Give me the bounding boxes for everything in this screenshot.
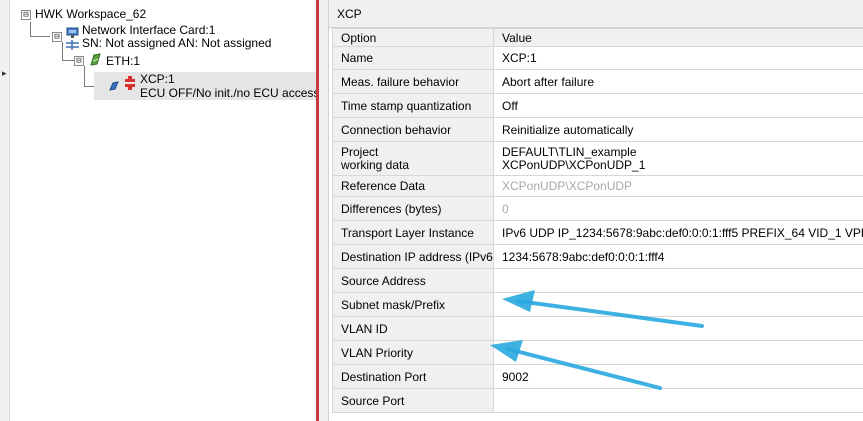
network-link-icon — [66, 39, 79, 51]
table-row[interactable]: Time stamp quantization Off — [332, 93, 863, 118]
table-row[interactable]: Connection behavior Reinitialize automat… — [332, 117, 863, 142]
tree-line — [62, 60, 74, 61]
option-destination-ip: Destination IP address (IPv6) — [332, 244, 494, 269]
property-pane-title: XCP — [337, 7, 362, 21]
option-source-address: Source Address — [332, 268, 494, 293]
value-timestamp[interactable]: Off — [493, 93, 863, 118]
property-pane-header: XCP — [329, 0, 863, 28]
option-transport-layer: Transport Layer Instance — [332, 220, 494, 245]
option-vlan-priority: VLAN Priority — [332, 340, 494, 365]
value-meas-failure[interactable]: Abort after failure — [493, 69, 863, 94]
value-source-port[interactable] — [493, 388, 863, 413]
tree-item-eth[interactable]: ETH:1 — [106, 55, 140, 68]
hardware-tree: ⊟ HWK Workspace_62 ⊟ Network Interface C… — [10, 0, 320, 421]
option-meas-failure: Meas. failure behavior — [332, 69, 494, 94]
value-vlan-priority[interactable] — [493, 340, 863, 365]
option-source-port: Source Port — [332, 388, 494, 413]
value-subnet[interactable] — [493, 292, 863, 317]
tree-item-xcp-status: ECU OFF/No init./no ECU access — [140, 86, 320, 100]
table-row[interactable]: Destination Port 9002 — [332, 364, 863, 389]
table-header-row: Option Value — [332, 28, 863, 47]
table-row[interactable]: Meas. failure behavior Abort after failu… — [332, 69, 863, 94]
table-row[interactable]: VLAN Priority — [332, 340, 863, 365]
value-source-address[interactable] — [493, 268, 863, 293]
tree-pane: ▸ ⊟ HWK Workspace_62 ⊟ Network Interface… — [0, 0, 320, 421]
option-connection: Connection behavior — [332, 117, 494, 142]
pane-gap — [319, 0, 329, 421]
tree-line — [30, 22, 31, 36]
table-row[interactable]: VLAN ID — [332, 316, 863, 341]
option-project-line2: working data — [341, 157, 410, 172]
value-differences: 0 — [493, 196, 863, 221]
value-destination-port[interactable]: 9002 — [493, 364, 863, 389]
gutter-arrow-icon[interactable]: ▸ — [2, 68, 7, 79]
tree-item-workspace[interactable]: HWK Workspace_62 — [35, 8, 146, 21]
tree-line — [84, 66, 85, 86]
nic-expander-icon[interactable]: ⊟ — [52, 32, 62, 42]
left-gutter: ▸ — [0, 0, 10, 421]
value-project-line1: DEFAULT\TLIN_example — [502, 144, 637, 159]
tree-line — [62, 42, 63, 60]
column-header-option[interactable]: Option — [332, 28, 494, 47]
value-transport-layer[interactable]: IPv6 UDP IP_1234:5678:9abc:def0:0:0:1:ff… — [493, 220, 863, 245]
eth-port-icon — [89, 53, 102, 66]
value-project[interactable]: DEFAULT\TLIN_example XCPonUDP\XCPonUDP_1 — [493, 141, 863, 176]
option-name: Name — [332, 46, 494, 70]
table-row[interactable]: Subnet mask/Prefix — [332, 292, 863, 317]
value-destination-ip[interactable]: 1234:5678:9abc:def0:0:0:1:fff4 — [493, 244, 863, 269]
option-project-line1: Project — [341, 144, 379, 159]
value-connection[interactable]: Reinitialize automatically — [493, 117, 863, 142]
table-row[interactable]: Reference Data XCPonUDP\XCPonUDP — [332, 175, 863, 197]
network-card-icon — [66, 27, 79, 39]
tree-item-xcp[interactable]: XCP:1 — [140, 73, 175, 86]
xcp-device-icon — [124, 76, 137, 90]
table-row[interactable]: Project working data DEFAULT\TLIN_exampl… — [332, 141, 863, 176]
option-project: Project working data — [332, 141, 494, 176]
eth-expander-icon[interactable]: ⊟ — [74, 56, 84, 66]
option-destination-port: Destination Port — [332, 364, 494, 389]
property-table: Option Value Name XCP:1 Meas. failure be… — [332, 28, 863, 413]
table-row[interactable]: Differences (bytes) 0 — [332, 196, 863, 221]
option-timestamp: Time stamp quantization — [332, 93, 494, 118]
tree-item-nic-serial: SN: Not assigned AN: Not assigned — [82, 36, 272, 50]
option-vlan-id: VLAN ID — [332, 316, 494, 341]
table-row[interactable]: Destination IP address (IPv6) 1234:5678:… — [332, 244, 863, 269]
option-differences: Differences (bytes) — [332, 196, 494, 221]
value-vlan-id[interactable] — [493, 316, 863, 341]
table-row[interactable]: Transport Layer Instance IPv6 UDP IP_123… — [332, 220, 863, 245]
workspace-expander-icon[interactable]: ⊟ — [21, 10, 31, 20]
table-row[interactable]: Name XCP:1 — [332, 46, 863, 70]
option-reference: Reference Data — [332, 175, 494, 197]
xcp-link-icon — [108, 80, 121, 92]
value-project-line2: XCPonUDP\XCPonUDP_1 — [502, 157, 646, 172]
table-row[interactable]: Source Port — [332, 388, 863, 413]
value-name[interactable]: XCP:1 — [493, 46, 863, 70]
option-subnet: Subnet mask/Prefix — [332, 292, 494, 317]
table-row[interactable]: Source Address — [332, 268, 863, 293]
value-reference: XCPonUDP\XCPonUDP — [493, 175, 863, 197]
property-pane: XCP Option Value Name XCP:1 Meas. failur… — [329, 0, 863, 421]
column-header-value[interactable]: Value — [493, 28, 863, 47]
tree-line — [30, 36, 50, 37]
